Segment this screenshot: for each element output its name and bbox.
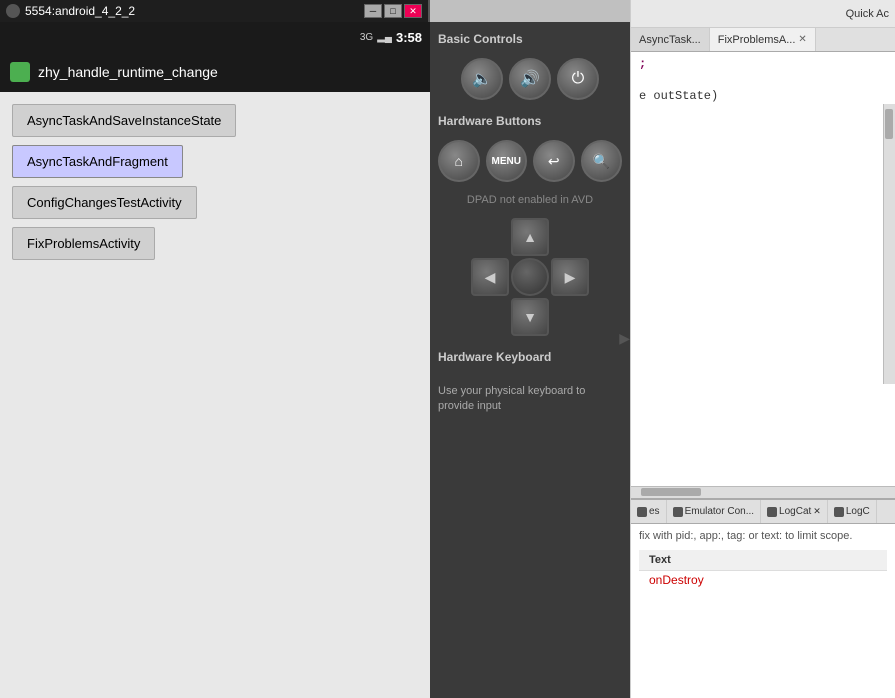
ide-hscrollbar-thumb: [641, 488, 701, 496]
search-button[interactable]: 🔍: [581, 140, 623, 182]
emulator-icon: [6, 4, 20, 18]
tab-logcat-icon: [767, 507, 777, 517]
emulator-title: 5554:android_4_2_2: [25, 4, 135, 18]
ide-tabs: AsyncTask... FixProblemsA... ✕: [631, 28, 895, 52]
volume-down-button[interactable]: 🔈: [461, 58, 503, 100]
tab-fix-problems-label: FixProblemsA...: [718, 34, 796, 46]
tab-logc-label: LogC: [846, 506, 870, 517]
clock: 3:58: [396, 30, 422, 45]
dpad-bottom-row: ▼: [511, 298, 549, 336]
console-data-row: onDestroy: [639, 571, 887, 589]
dpad-center-button[interactable]: [511, 258, 549, 296]
ide-scrollbar-thumb: [885, 109, 893, 139]
activity-fix-problems[interactable]: FixProblemsActivity: [12, 227, 155, 260]
tab-logc-icon: [834, 507, 844, 517]
menu-button[interactable]: MENU: [486, 140, 528, 182]
code-line-1: ;: [631, 56, 895, 72]
console-tab-logcat[interactable]: LogCat ✕: [761, 500, 828, 523]
console-tab-emulator[interactable]: Emulator Con...: [667, 500, 761, 523]
app-icon: [10, 62, 30, 82]
console-data-cell: onDestroy: [643, 571, 710, 589]
tab-async-task-label: AsyncTask...: [639, 34, 701, 46]
volume-up-button[interactable]: 🔊: [509, 58, 551, 100]
window-controls: ─ □ ✕: [364, 4, 422, 18]
minimize-button[interactable]: ─: [364, 4, 382, 18]
dpad-top-row: ▲: [511, 218, 549, 256]
ide-panel: Quick Ac AsyncTask... FixProblemsA... ✕ …: [630, 0, 895, 698]
console-hint: fix with pid:, app:, tag: or text: to li…: [639, 530, 887, 542]
tab-emulator-label: Emulator Con...: [685, 506, 754, 517]
basic-controls-row: 🔈 🔊 ⏻: [438, 58, 622, 100]
resize-handle[interactable]: ▶: [619, 330, 630, 347]
activity-async-save[interactable]: AsyncTaskAndSaveInstanceState: [12, 104, 236, 137]
app-content: zhy_handle_runtime_change AsyncTaskAndSa…: [0, 52, 430, 698]
quick-access-label: Quick Ac: [846, 8, 889, 20]
close-button[interactable]: ✕: [404, 4, 422, 18]
app-titlebar: zhy_handle_runtime_change: [0, 52, 430, 92]
tab-fix-problems[interactable]: FixProblemsA... ✕: [710, 28, 816, 51]
ide-vertical-scrollbar[interactable]: [883, 104, 895, 384]
activity-config-changes[interactable]: ConfigChangesTestActivity: [12, 186, 197, 219]
dpad-up-button[interactable]: ▲: [511, 218, 549, 256]
code-line-7: [631, 152, 895, 168]
console-tab-logc[interactable]: LogC: [828, 500, 877, 523]
tab-es-label: es: [649, 506, 660, 517]
hardware-buttons-title: Hardware Buttons: [438, 114, 622, 128]
ide-top-bar: Quick Ac: [631, 0, 895, 28]
activity-async-fragment[interactable]: AsyncTaskAndFragment: [12, 145, 183, 178]
dpad-middle-row: ◀ ▶: [471, 258, 589, 296]
code-line-4: [631, 104, 895, 120]
tab-close-icon[interactable]: ✕: [798, 34, 806, 45]
tab-emulator-icon: [673, 507, 683, 517]
hardware-keyboard-title: Hardware Keyboard: [438, 350, 622, 364]
console-column-header: Text: [643, 552, 677, 568]
status-bar: 3G ▂▄ 3:58: [0, 22, 430, 52]
activity-list: AsyncTaskAndSaveInstanceState AsyncTaskA…: [0, 92, 430, 698]
bars-indicator: ▂▄: [377, 32, 392, 43]
basic-controls-title: Basic Controls: [438, 32, 622, 46]
back-button[interactable]: ↩: [533, 140, 575, 182]
app-title: zhy_handle_runtime_change: [38, 64, 218, 80]
logcat-close-icon[interactable]: ✕: [813, 506, 821, 517]
dpad-label: DPAD not enabled in AVD: [438, 194, 622, 206]
console-content: fix with pid:, app:, tag: or text: to li…: [631, 524, 895, 698]
hardware-buttons-row: ⌂ MENU ↩ 🔍: [438, 140, 622, 182]
power-button[interactable]: ⏻: [557, 58, 599, 100]
code-line-3: e outState): [631, 88, 895, 104]
console-tabs: es Emulator Con... LogCat ✕ LogC: [631, 500, 895, 524]
tab-logcat-label: LogCat: [779, 506, 811, 517]
console-header-row: Text: [639, 550, 887, 571]
code-line-5: [631, 120, 895, 136]
home-button[interactable]: ⌂: [438, 140, 480, 182]
dpad-container: ▲ ◀ ▶ ▼: [438, 218, 622, 336]
ide-editor: ; e outState): [631, 52, 895, 486]
emulator-titlebar: 5554:android_4_2_2 ─ □ ✕: [0, 0, 428, 22]
dpad-right-button[interactable]: ▶: [551, 258, 589, 296]
phone-screen: 3G ▂▄ 3:58 zhy_handle_runtime_change Asy…: [0, 22, 430, 698]
code-line-6: [631, 136, 895, 152]
controls-panel: Basic Controls 🔈 🔊 ⏻ Hardware Buttons ⌂ …: [430, 22, 630, 698]
ide-horizontal-scrollbar[interactable]: [631, 486, 895, 498]
tab-es-icon: [637, 507, 647, 517]
ide-console: es Emulator Con... LogCat ✕ LogC fix wit…: [631, 498, 895, 698]
dpad-down-button[interactable]: ▼: [511, 298, 549, 336]
code-line-2: [631, 72, 895, 88]
keyboard-note: Use your physical keyboard to provide in…: [438, 384, 622, 415]
console-tab-es[interactable]: es: [631, 500, 667, 523]
signal-indicator: 3G: [360, 32, 373, 43]
maximize-button[interactable]: □: [384, 4, 402, 18]
tab-async-task[interactable]: AsyncTask...: [631, 28, 710, 51]
dpad-left-button[interactable]: ◀: [471, 258, 509, 296]
